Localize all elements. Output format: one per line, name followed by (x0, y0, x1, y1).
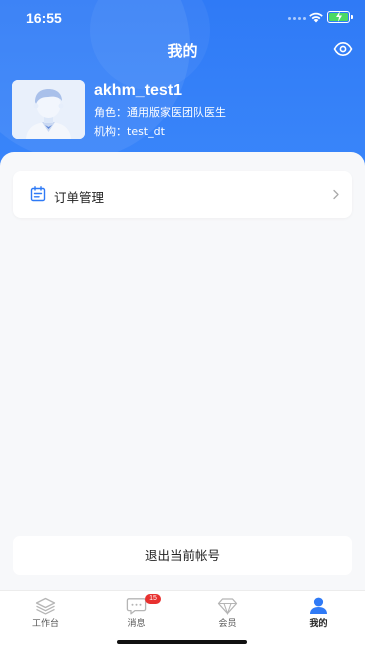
calendar-list-icon (30, 186, 46, 202)
tab-mine[interactable]: 我的 (273, 591, 364, 650)
profile-name: akhm_test1 (94, 82, 183, 99)
eye-icon[interactable] (333, 41, 353, 57)
tab-label: 会员 (218, 619, 237, 629)
status-bar: 16:55 (0, 0, 365, 36)
doctor-avatar-icon (12, 80, 85, 139)
battery-icon (327, 11, 350, 23)
diamond-icon (217, 598, 238, 615)
status-time: 16:55 (26, 10, 62, 26)
user-icon (310, 597, 327, 614)
profile-org: 机构：test_dt (94, 123, 165, 139)
order-management-item[interactable]: 订单管理 (13, 171, 352, 218)
logout-button[interactable]: 退出当前帐号 (13, 536, 352, 575)
profile-role: 角色：通用版家医团队医生 (94, 104, 226, 120)
tab-workbench[interactable]: 工作台 (0, 591, 91, 650)
signal-icon (288, 17, 306, 20)
org-label: 机构： (94, 125, 127, 138)
role-value: 通用版家医团队医生 (127, 106, 226, 119)
order-management-label: 订单管理 (54, 190, 105, 205)
chevron-right-icon (333, 189, 339, 200)
page-title: 我的 (167, 42, 198, 60)
layers-icon (35, 597, 56, 615)
org-value: test_dt (127, 125, 165, 138)
role-label: 角色： (94, 106, 127, 119)
tab-label: 工作台 (31, 619, 59, 629)
wifi-icon (309, 12, 323, 23)
content-sheet (0, 152, 365, 592)
tab-label: 我的 (309, 619, 328, 629)
tab-label: 消息 (127, 619, 146, 629)
unread-badge: 15 (145, 594, 161, 604)
home-indicator (117, 640, 247, 644)
screen: 16:55 我的 akhm_test1 角色：通用版家医团队医生 机构：test… (0, 0, 365, 650)
battery-cap (351, 15, 353, 19)
avatar[interactable] (12, 80, 85, 139)
message-icon (126, 598, 147, 615)
